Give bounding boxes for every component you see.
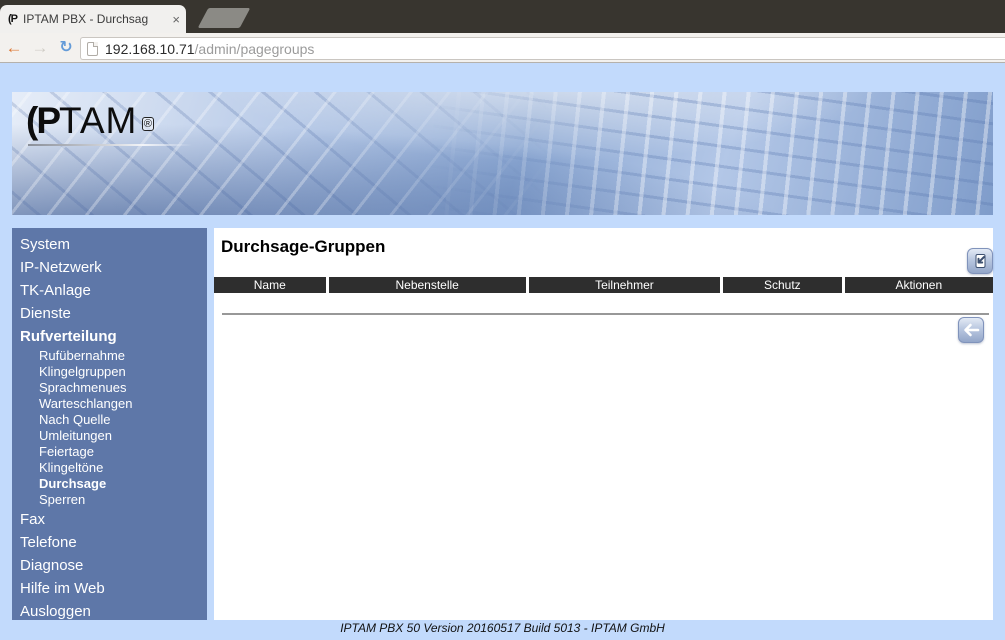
sidebar-item-nach-quelle[interactable]: Nach Quelle	[12, 412, 207, 428]
sidebar-item-durchsage[interactable]: Durchsage	[12, 476, 207, 492]
table-header-row: Name Nebenstelle Teilnehmer Schutz Aktio…	[214, 277, 993, 293]
back-button[interactable]	[958, 317, 984, 343]
logo-ip-glyph: (P	[26, 100, 61, 141]
sidebar-item-diagnose[interactable]: Diagnose	[12, 554, 207, 577]
back-arrow-icon	[964, 323, 980, 337]
registered-trademark-icon: ®	[141, 116, 154, 131]
forward-navigation-icon[interactable]: →	[28, 36, 52, 60]
sidebar-item-klingelgruppen[interactable]: Klingelgruppen	[12, 364, 207, 380]
sidebar-item-rufuebernahme[interactable]: Rufübernahme	[12, 348, 207, 364]
sidebar-nav: System IP-Netzwerk TK-Anlage Dienste Ruf…	[12, 228, 207, 620]
sidebar-item-sperren[interactable]: Sperren	[12, 492, 207, 508]
logo-underline	[28, 144, 192, 146]
version-footer: IPTAM PBX 50 Version 20160517 Build 5013…	[340, 621, 665, 635]
sidebar-item-ausloggen[interactable]: Ausloggen	[12, 600, 207, 623]
reload-icon[interactable]: ↻	[54, 36, 78, 60]
column-header-teilnehmer: Teilnehmer	[528, 277, 721, 293]
sidebar-item-telefone[interactable]: Telefone	[12, 531, 207, 554]
browser-titlebar: (P IPTAM PBX - Durchsag ×	[0, 0, 1005, 33]
page-body: (PTAM ® System IP-Netzwerk TK-Anlage Die…	[0, 64, 1005, 640]
new-entry-icon	[975, 254, 986, 268]
sidebar-item-umleitungen[interactable]: Umleitungen	[12, 428, 207, 444]
add-group-button[interactable]	[967, 248, 993, 274]
sidebar-item-hilfe-im-web[interactable]: Hilfe im Web	[12, 577, 207, 600]
url-host: 192.168.10.71	[105, 40, 195, 57]
sidebar-item-feiertage[interactable]: Feiertage	[12, 444, 207, 460]
logo-tam-text: TAM	[59, 100, 138, 141]
page-title: Durchsage-Gruppen	[221, 237, 386, 256]
sidebar-item-fax[interactable]: Fax	[12, 508, 207, 531]
column-header-nebenstelle: Nebenstelle	[328, 277, 526, 293]
sidebar-item-klingeltoene[interactable]: Klingeltöne	[12, 460, 207, 476]
column-header-aktionen: Aktionen	[844, 277, 993, 293]
new-tab-button[interactable]	[197, 8, 251, 28]
empty-table-separator	[222, 313, 989, 315]
column-header-name: Name	[214, 277, 326, 293]
sidebar-item-ip-netzwerk[interactable]: IP-Netzwerk	[12, 256, 207, 279]
iptam-logo: (PTAM ®	[26, 100, 192, 146]
header-banner: (PTAM ®	[12, 92, 993, 215]
sidebar-item-tk-anlage[interactable]: TK-Anlage	[12, 279, 207, 302]
sidebar-item-system[interactable]: System	[12, 233, 207, 256]
sidebar-item-warteschlangen[interactable]: Warteschlangen	[12, 396, 207, 412]
sidebar-item-rufverteilung[interactable]: Rufverteilung	[12, 325, 207, 348]
browser-toolbar: ← → ↻ 192.168.10.71/admin/pagegroups	[0, 33, 1005, 63]
sidebar-item-dienste[interactable]: Dienste	[12, 302, 207, 325]
sidebar-item-sprachmenues[interactable]: Sprachmenues	[12, 380, 207, 396]
column-header-schutz: Schutz	[723, 277, 842, 293]
iptam-favicon-icon: (P	[8, 13, 18, 25]
back-navigation-icon[interactable]: ←	[2, 36, 26, 60]
tab-title: IPTAM PBX - Durchsag	[23, 12, 149, 26]
address-bar[interactable]: 192.168.10.71/admin/pagegroups	[80, 37, 1005, 60]
main-content: Durchsage-Gruppen Name Nebenstelle Teiln…	[214, 228, 993, 620]
browser-window: (P IPTAM PBX - Durchsag × ← → ↻ 192.168.…	[0, 0, 1005, 640]
browser-tab[interactable]: (P IPTAM PBX - Durchsag ×	[0, 5, 186, 33]
tab-close-icon[interactable]: ×	[172, 13, 180, 26]
page-document-icon	[87, 41, 98, 56]
url-path: /admin/pagegroups	[194, 40, 315, 57]
